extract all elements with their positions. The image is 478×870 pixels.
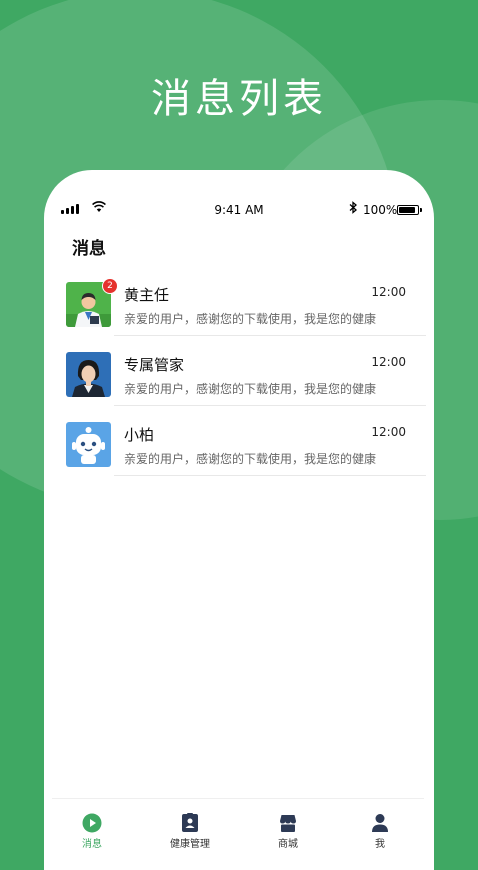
contact-name: 专属管家 [124,356,185,374]
avatar [66,422,111,467]
battery-icon [397,205,422,215]
contact-name: 小柏 [124,426,155,444]
tab-label: 我 [375,839,385,850]
message-preview: 亲爱的用户，感谢您的下载使用，我是您的健康 [124,312,377,326]
clipboard-icon [182,813,198,832]
message-time: 12:00 [371,285,406,299]
message-time: 12:00 [371,425,406,439]
message-preview: 亲爱的用户，感谢您的下载使用，我是您的健康 [124,452,377,466]
message-time: 12:00 [371,355,406,369]
tab-label: 消息 [82,839,102,850]
message-preview: 亲爱的用户，感谢您的下载使用，我是您的健康 [124,382,377,396]
tab-label: 健康管理 [170,839,210,850]
message-row-butler[interactable]: 专属管家 12:00 亲爱的用户，感谢您的下载使用，我是您的健康 [44,336,434,406]
message-row-xiaobai[interactable]: 小柏 12:00 亲爱的用户，感谢您的下载使用，我是您的健康 [44,406,434,476]
phone-screen: 9:41 AM 100% 消息 2 黄主任 12:00 亲爱的用户，感谢您的下载… [44,170,434,870]
promo-headline: 消息列表 [151,76,327,122]
tab-me[interactable]: 我 [340,813,420,850]
contact-name: 黄主任 [124,286,170,304]
battery-percentage: 100% [363,203,398,217]
tab-label: 商城 [278,839,298,850]
page-title: 消息 [72,239,106,259]
play-circle-icon [82,813,102,833]
bluetooth-icon [349,201,357,214]
person-icon [372,814,388,832]
tab-health-management[interactable]: 健康管理 [150,813,230,850]
message-list: 2 黄主任 12:00 亲爱的用户，感谢您的下载使用，我是您的健康 专属管家 1… [44,266,434,476]
tab-messages[interactable]: 消息 [52,813,132,850]
tab-store[interactable]: 商城 [248,813,328,850]
unread-badge: 2 [102,278,118,294]
row-divider [114,475,426,476]
status-bar: 9:41 AM 100% [44,200,434,220]
message-row-director-huang[interactable]: 2 黄主任 12:00 亲爱的用户，感谢您的下载使用，我是您的健康 [44,266,434,336]
store-icon [280,815,296,832]
avatar [66,352,111,397]
